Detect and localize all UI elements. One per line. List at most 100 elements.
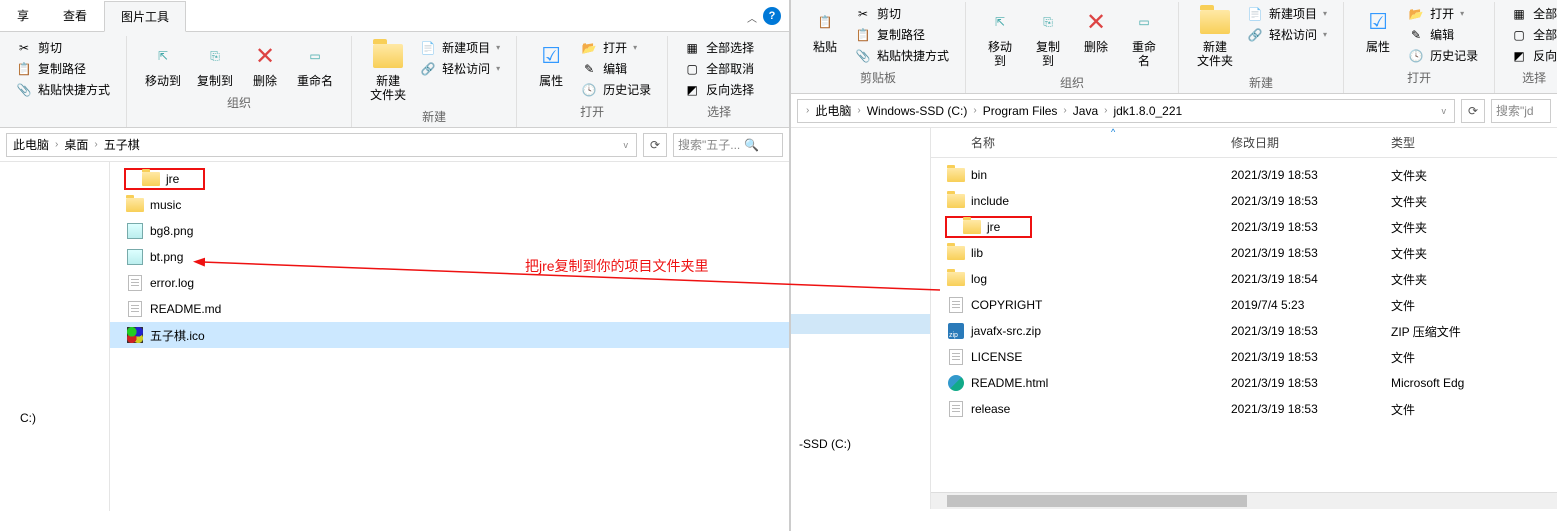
- history-button[interactable]: 🕓历史记录: [577, 80, 655, 99]
- tab-view[interactable]: 查看: [46, 0, 104, 31]
- file-name: jre: [166, 172, 179, 186]
- help-icon[interactable]: ?: [763, 7, 781, 25]
- column-header[interactable]: ^ 名称 修改日期 类型: [931, 128, 1557, 158]
- new-item-button[interactable]: 📄新建项目▾: [416, 38, 504, 57]
- file-date: 2021/3/19 18:53: [1231, 194, 1391, 208]
- sidebar-item-ssd[interactable]: -SSD (C:): [791, 434, 930, 454]
- select-none-button[interactable]: ▢全部: [1507, 25, 1557, 44]
- edit-button[interactable]: ✎编辑: [1404, 25, 1482, 44]
- crumb-pc[interactable]: 此电脑: [813, 102, 853, 119]
- file-row[interactable]: bg8.png: [110, 218, 789, 244]
- open-button[interactable]: 📂打开▾: [577, 38, 655, 57]
- nav-sidebar[interactable]: C:): [0, 162, 110, 511]
- refresh-button[interactable]: ⟳: [643, 133, 667, 157]
- paste-shortcut-button[interactable]: 📎粘贴快捷方式: [851, 46, 953, 65]
- file-row[interactable]: LICENSE 2021/3/19 18:53 文件: [931, 344, 1557, 370]
- sidebar-item-drive[interactable]: C:): [0, 408, 109, 428]
- col-date[interactable]: 修改日期: [1231, 134, 1391, 151]
- delete-button[interactable]: ✕删除: [1074, 4, 1118, 56]
- crumb-drive[interactable]: Windows-SSD (C:): [865, 104, 970, 118]
- invert-selection-button[interactable]: ◩反向: [1507, 46, 1557, 65]
- new-folder-button[interactable]: 新建 文件夹: [364, 38, 412, 104]
- nav-sidebar[interactable]: -SSD (C:): [791, 128, 931, 509]
- file-row[interactable]: music: [110, 192, 789, 218]
- invert-selection-button[interactable]: ◩反向选择: [680, 80, 758, 99]
- file-row[interactable]: error.log: [110, 270, 789, 296]
- cut-button[interactable]: ✂剪切: [12, 38, 114, 57]
- content-area: C:) jre music bg8.pngbt.pngerror.logREADME…: [0, 162, 789, 511]
- file-row[interactable]: bt.png: [110, 244, 789, 270]
- file-row[interactable]: log 2021/3/19 18:54 文件夹: [931, 266, 1557, 292]
- crumb-java[interactable]: Java: [1071, 104, 1100, 118]
- file-row[interactable]: COPYRIGHT 2019/7/4 5:23 文件: [931, 292, 1557, 318]
- select-all-button[interactable]: ▦全部: [1507, 4, 1557, 23]
- properties-button[interactable]: ☑属性: [529, 38, 573, 90]
- move-to-button[interactable]: ⇱移动到: [978, 4, 1022, 70]
- paste-shortcut-button[interactable]: 📎粘贴快捷方式: [12, 80, 114, 99]
- rename-button[interactable]: ▭重命名: [291, 38, 339, 90]
- horizontal-scrollbar[interactable]: [931, 492, 1557, 509]
- file-row[interactable]: README.md: [110, 296, 789, 322]
- sidebar-item-empty[interactable]: [791, 314, 930, 334]
- breadcrumb[interactable]: › 此电脑› Windows-SSD (C:)› Program Files› …: [797, 99, 1455, 123]
- chevron-down-icon[interactable]: v: [620, 140, 633, 150]
- crumb-desktop[interactable]: 桌面: [62, 136, 90, 153]
- file-date: 2021/3/19 18:53: [1231, 220, 1391, 234]
- refresh-button[interactable]: ⟳: [1461, 99, 1485, 123]
- copy-to-button[interactable]: ⎘复制到: [1026, 4, 1070, 70]
- paste-button[interactable]: 📋粘贴: [803, 4, 847, 56]
- cut-button[interactable]: ✂剪切: [851, 4, 953, 23]
- paste-icon: 📋: [809, 6, 841, 38]
- rename-button[interactable]: ▭重命名: [1122, 4, 1166, 70]
- file-list[interactable]: bin 2021/3/19 18:53 文件夹 include 2021/3/1…: [931, 158, 1557, 492]
- address-bar-row: 此电脑› 桌面› 五子棋 v ⟳ 搜索"五子...🔍: [0, 128, 789, 162]
- file-row[interactable]: include 2021/3/19 18:53 文件夹: [931, 188, 1557, 214]
- chevron-down-icon[interactable]: v: [1438, 106, 1451, 116]
- file-name: music: [150, 198, 181, 212]
- crumb-pf[interactable]: Program Files: [981, 104, 1060, 118]
- new-item-button[interactable]: 📄新建项目▾: [1243, 4, 1331, 23]
- select-none-icon: ▢: [1511, 27, 1527, 43]
- file-row[interactable]: 五子棋.ico: [110, 322, 789, 348]
- file-name: README.html: [971, 376, 1048, 390]
- file-row[interactable]: lib 2021/3/19 18:53 文件夹: [931, 240, 1557, 266]
- history-button[interactable]: 🕓历史记录: [1404, 46, 1482, 65]
- file-row[interactable]: release 2021/3/19 18:53 文件: [931, 396, 1557, 422]
- crumb-pc[interactable]: 此电脑: [11, 136, 51, 153]
- tab-bar: 享 查看 图片工具 ︿ ?: [0, 0, 789, 32]
- col-name[interactable]: 名称: [931, 134, 1231, 151]
- col-type[interactable]: 类型: [1391, 134, 1557, 151]
- folder-icon: [947, 270, 965, 288]
- edit-button[interactable]: ✎编辑: [577, 59, 655, 78]
- copy-to-button[interactable]: ⎘复制到: [191, 38, 239, 90]
- search-input[interactable]: 搜索"jd: [1491, 99, 1551, 123]
- file-row[interactable]: jre: [110, 166, 789, 192]
- search-input[interactable]: 搜索"五子...🔍: [673, 133, 783, 157]
- open-button[interactable]: 📂打开▾: [1404, 4, 1482, 23]
- crumb-jdk[interactable]: jdk1.8.0_221: [1111, 104, 1184, 118]
- crumb-folder[interactable]: 五子棋: [102, 136, 142, 153]
- breadcrumb[interactable]: 此电脑› 桌面› 五子棋 v: [6, 133, 637, 157]
- tab-image-tools[interactable]: 图片工具: [104, 1, 186, 32]
- copy-path-button[interactable]: 📋复制路径: [851, 25, 953, 44]
- move-to-button[interactable]: ⇱移动到: [139, 38, 187, 90]
- easy-access-icon: 🔗: [1247, 27, 1263, 43]
- delete-button[interactable]: ✕删除: [243, 38, 287, 90]
- chevron-up-icon[interactable]: ︿: [747, 10, 757, 25]
- file-row[interactable]: jre 2021/3/19 18:53 文件夹: [931, 214, 1557, 240]
- file-list[interactable]: jre music bg8.pngbt.pngerror.logREADME.md五…: [110, 162, 789, 511]
- scrollbar-thumb[interactable]: [947, 495, 1247, 507]
- copy-path-icon: 📋: [16, 61, 32, 77]
- copy-path-button[interactable]: 📋复制路径: [12, 59, 114, 78]
- easy-access-button[interactable]: 🔗轻松访问▾: [1243, 25, 1331, 44]
- file-row[interactable]: javafx-src.zip 2021/3/19 18:53 ZIP 压缩文件: [931, 318, 1557, 344]
- file-row[interactable]: README.html 2021/3/19 18:53 Microsoft Ed…: [931, 370, 1557, 396]
- select-none-button[interactable]: ▢全部取消: [680, 59, 758, 78]
- select-all-button[interactable]: ▦全部选择: [680, 38, 758, 57]
- new-folder-button[interactable]: 新建 文件夹: [1191, 4, 1239, 70]
- easy-access-button[interactable]: 🔗轻松访问▾: [416, 59, 504, 78]
- file-row[interactable]: bin 2021/3/19 18:53 文件夹: [931, 162, 1557, 188]
- properties-button[interactable]: ☑属性: [1356, 4, 1400, 56]
- tab-share[interactable]: 享: [0, 0, 46, 31]
- copy-to-icon: ⎘: [1032, 6, 1064, 38]
